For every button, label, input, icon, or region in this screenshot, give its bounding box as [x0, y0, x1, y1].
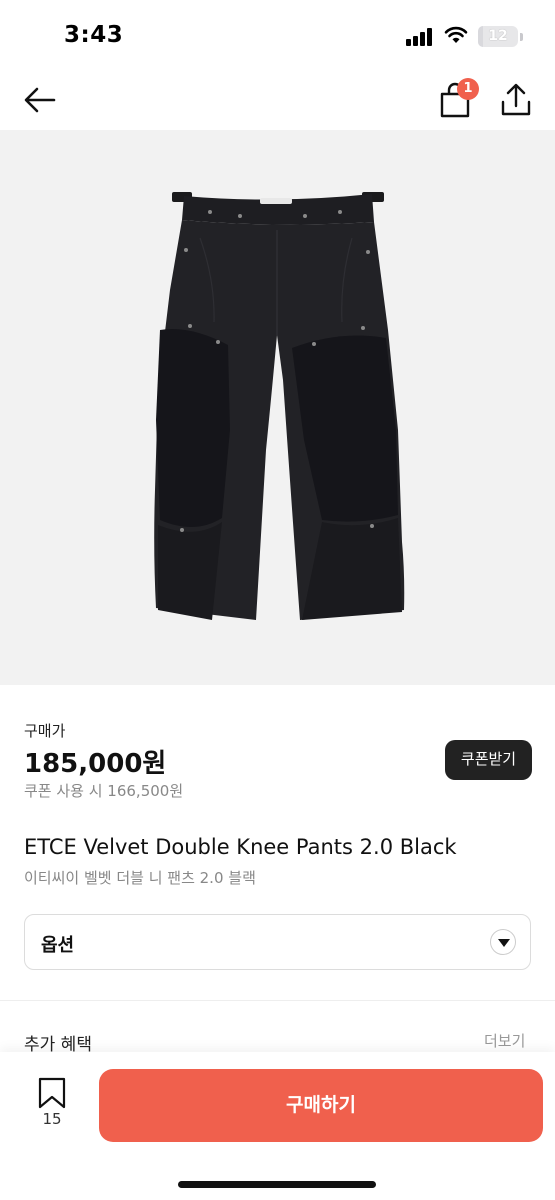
product-title: ETCE Velvet Double Knee Pants 2.0 Black [24, 835, 457, 859]
battery-level: 12 [488, 28, 508, 44]
option-select[interactable]: 옵션 [24, 914, 531, 970]
buy-button[interactable]: 구매하기 [99, 1069, 543, 1142]
chevron-down-icon [490, 929, 516, 955]
bookmark-icon [38, 1077, 66, 1109]
divider [0, 1000, 555, 1001]
nav-bar: 1 [0, 70, 555, 130]
battery-cap [520, 33, 523, 41]
coupon-price: 쿠폰 사용 시 166,500원 [24, 782, 184, 800]
price-label: 구매가 [24, 722, 66, 740]
home-indicator [178, 1181, 376, 1188]
status-time: 3:43 [64, 22, 124, 48]
status-bar: 3:43 12 [0, 0, 555, 70]
cart-count-badge: 1 [457, 78, 479, 100]
signal-icon [406, 28, 436, 46]
get-coupon-button[interactable]: 쿠폰받기 [445, 740, 532, 780]
wifi-icon [444, 26, 468, 43]
product-image[interactable] [0, 130, 555, 685]
more-link[interactable]: 더보기 [484, 1030, 525, 1051]
bookmark-count: 15 [42, 1110, 62, 1128]
back-arrow-icon[interactable] [20, 80, 60, 120]
bottom-bar: 15 구매하기 [0, 1052, 555, 1200]
option-label: 옵션 [41, 935, 75, 956]
product-subtitle: 이티씨이 벨벳 더블 니 팬츠 2.0 블랙 [24, 869, 256, 887]
battery-icon: 12 [478, 26, 518, 47]
price: 185,000원 [24, 749, 167, 779]
share-icon[interactable] [496, 80, 536, 120]
pants-illustration [154, 192, 405, 620]
